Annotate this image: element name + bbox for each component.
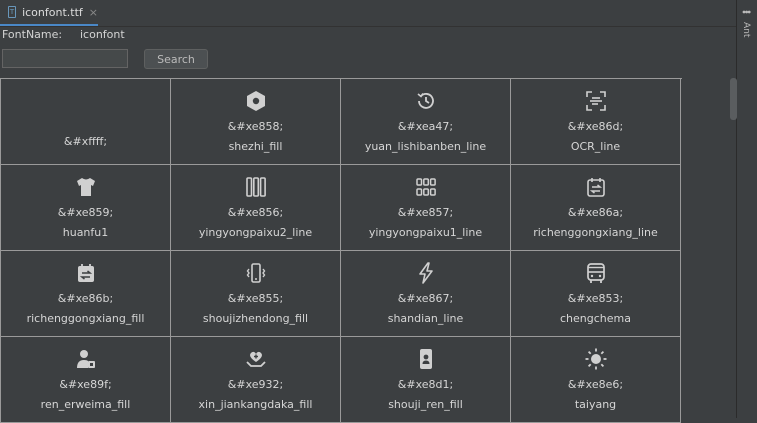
glyph-code: &#xe8e6; <box>567 378 624 391</box>
glyph-code: &#xe86b; <box>57 292 114 305</box>
glyph-code: &#xe89f; <box>59 378 112 391</box>
ocr-scan-icon <box>584 89 608 113</box>
glyph-cell[interactable]: &#xe86b; richenggongxiang_fill <box>1 251 171 337</box>
ant-panel-label[interactable]: Ant <box>741 22 751 37</box>
glyph-name: chengchema <box>560 312 631 325</box>
history-clock-icon <box>414 89 438 113</box>
glyph-name: shouji_ren_fill <box>388 398 463 411</box>
fontname-label: FontName: <box>2 28 63 41</box>
scroll-thumb[interactable] <box>730 78 737 120</box>
search-input[interactable] <box>2 49 128 68</box>
glyph-code: &#xe867; <box>397 292 454 305</box>
glyph-name: yingyongpaixu2_line <box>198 226 313 239</box>
vertical-scrollbar[interactable] <box>728 78 737 418</box>
person-qrcode-icon <box>74 347 98 371</box>
glyph-cell[interactable]: &#xe855; shoujizhendong_fill <box>171 251 341 337</box>
glyph-name: shezhi_fill <box>228 140 283 153</box>
glyph-cell[interactable]: &#xe86a; richenggongxiang_line <box>511 165 681 251</box>
glyph-cell[interactable]: &#xffff; <box>1 79 171 165</box>
heart-health-icon <box>244 347 268 371</box>
sun-icon <box>584 347 608 371</box>
glyph-code: &#xea47; <box>397 120 454 133</box>
glyph-cell[interactable]: &#xe8e6; taiyang <box>511 337 681 423</box>
glyph-cell[interactable]: &#xe932; xin_jiankangdaka_fill <box>171 337 341 423</box>
settings-hex-icon <box>244 89 268 113</box>
glyph-cell[interactable]: &#xe858; shezhi_fill <box>171 79 341 165</box>
glyph-name: taiyang <box>574 398 617 411</box>
phone-person-icon <box>414 347 438 371</box>
glyph-code: &#xe86d; <box>567 120 624 133</box>
lightning-icon <box>414 261 438 285</box>
glyph-name: shoujizhendong_fill <box>202 312 309 325</box>
glyph-cell[interactable]: &#xea47; yuan_lishibanben_line <box>341 79 511 165</box>
glyph-cell[interactable]: &#xe86d; OCR_line <box>511 79 681 165</box>
ant-icon[interactable] <box>742 8 751 16</box>
right-tool-strip: Ant <box>736 0 757 418</box>
glyph-name: richenggongxiang_fill <box>26 312 145 325</box>
glyph-cell[interactable]: &#xe853; chengchema <box>511 251 681 337</box>
editor-tab-bar: T iconfont.ttf × <box>0 0 737 27</box>
bus-icon <box>584 261 608 285</box>
calendar-share-fill-icon <box>74 261 98 285</box>
glyph-name: shandian_line <box>387 312 464 325</box>
glyph-code: &#xe932; <box>227 378 284 391</box>
glyph-code: &#xe855; <box>227 292 284 305</box>
columns-icon <box>244 175 268 199</box>
glyph-code: &#xe858; <box>227 120 284 133</box>
glyph-code: &#xe853; <box>567 292 624 305</box>
glyph-code: &#xe857; <box>397 206 454 219</box>
glyph-code: &#xe8d1; <box>397 378 454 391</box>
tab-label: iconfont.ttf <box>22 5 83 19</box>
glyph-cell[interactable]: &#xe856; yingyongpaixu2_line <box>171 165 341 251</box>
glyph-code: &#xe86a; <box>567 206 624 219</box>
glyph-code: &#xe856; <box>227 206 284 219</box>
tab-iconfont-ttf[interactable]: T iconfont.ttf × <box>0 0 98 26</box>
glyph-name: OCR_line <box>570 140 621 153</box>
glyph-cell[interactable]: &#xe857; yingyongpaixu1_line <box>341 165 511 251</box>
glyph-cell[interactable]: &#xe8d1; shouji_ren_fill <box>341 337 511 423</box>
glyph-cell[interactable]: &#xe867; shandian_line <box>341 251 511 337</box>
tshirt-icon <box>74 175 98 199</box>
calendar-share-icon <box>584 175 608 199</box>
glyph-code: &#xffff; <box>63 135 108 148</box>
glyph-name: richenggongxiang_line <box>533 226 658 239</box>
glyph-cell[interactable]: &#xe859; huanfu1 <box>1 165 171 251</box>
glyph-name: yingyongpaixu1_line <box>368 226 483 239</box>
ttf-file-icon: T <box>8 6 17 18</box>
glyph-name: huanfu1 <box>62 226 109 239</box>
glyph-cell[interactable]: &#xe89f; ren_erweima_fill <box>1 337 171 423</box>
glyph-name: xin_jiankangdaka_fill <box>198 398 313 411</box>
fontname-value: iconfont <box>80 28 125 41</box>
glyph-name: yuan_lishibanben_line <box>364 140 487 153</box>
phone-vibrate-icon <box>244 261 268 285</box>
glyph-code: &#xe859; <box>57 206 114 219</box>
grid-icon <box>414 175 438 199</box>
glyph-name: ren_erweima_fill <box>40 398 131 411</box>
glyph-grid: &#xffff; &#xe858; shezhi_fill &#xea47; yuan_… <box>0 78 682 423</box>
search-button[interactable]: Search <box>144 49 208 69</box>
close-icon[interactable]: × <box>89 6 98 19</box>
